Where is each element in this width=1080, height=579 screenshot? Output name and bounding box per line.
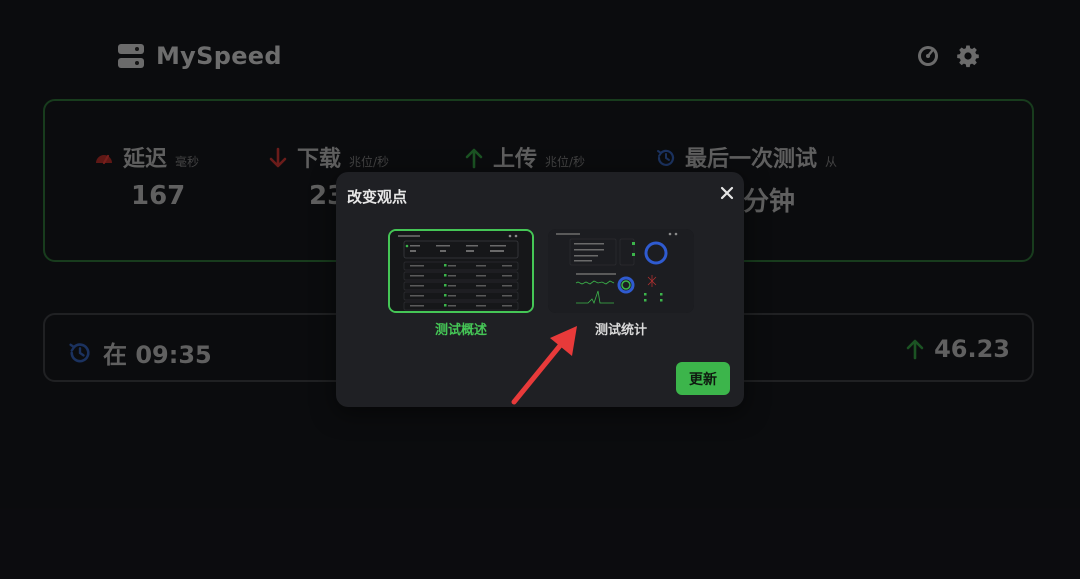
dialog-title: 改变观点 bbox=[347, 188, 408, 206]
update-button[interactable]: 更新 bbox=[676, 362, 730, 395]
view-option-overview[interactable]: 测试概述 bbox=[388, 229, 534, 338]
statistics-preview-image bbox=[548, 229, 694, 313]
overview-thumbnail bbox=[388, 229, 534, 313]
change-view-dialog: 改变观点 测试概述 测试统计 更新 bbox=[336, 172, 744, 407]
close-icon[interactable] bbox=[718, 184, 736, 202]
statistics-thumbnail bbox=[548, 229, 694, 313]
page: MySpeed 延迟 毫秒 167 下载 兆位/秒 23 上传 兆位/秒 最后一… bbox=[0, 0, 1080, 579]
view-option-statistics-label: 测试统计 bbox=[594, 323, 647, 338]
view-option-overview-label: 测试概述 bbox=[434, 323, 487, 338]
view-option-statistics[interactable]: 测试统计 bbox=[548, 229, 694, 338]
overview-preview-image bbox=[390, 231, 532, 311]
